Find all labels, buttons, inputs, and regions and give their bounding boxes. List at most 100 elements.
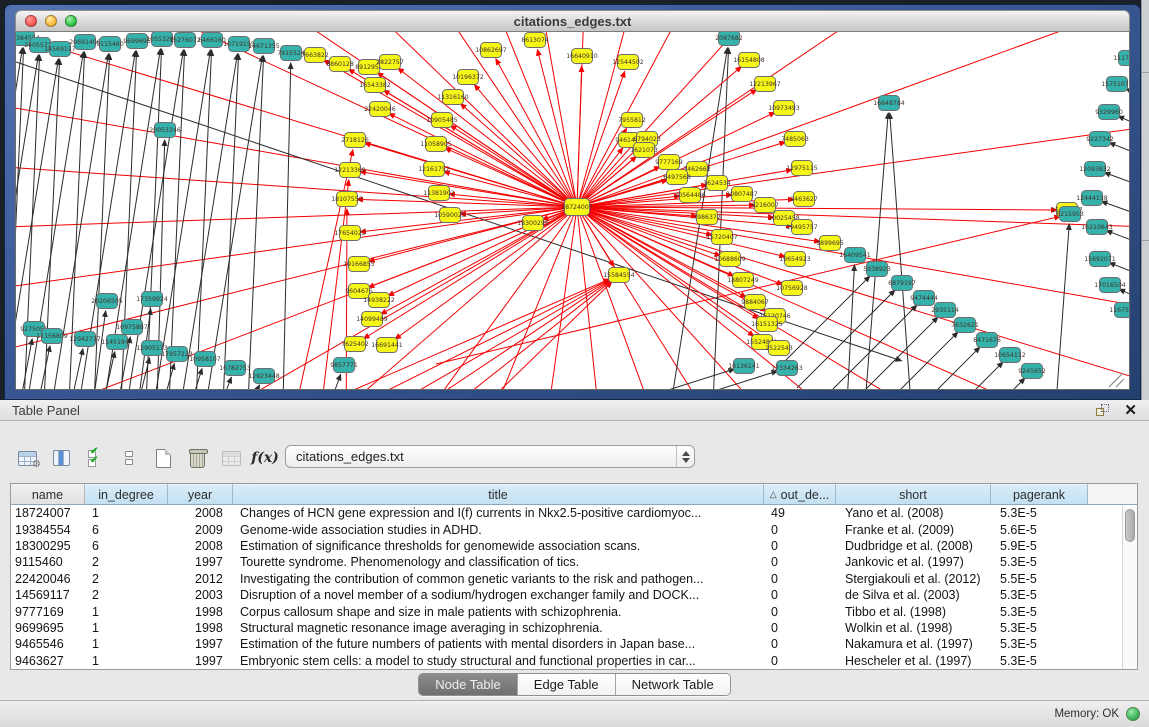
- column-header-in_degree[interactable]: in_degree: [85, 484, 168, 504]
- table-cell[interactable]: Genome-wide association studies in ADHD.: [233, 523, 764, 537]
- table-cell[interactable]: 14569117: [11, 588, 85, 602]
- table-cell[interactable]: 2: [85, 588, 168, 602]
- network-edge[interactable]: [496, 59, 577, 207]
- network-node[interactable]: 8860128: [326, 57, 354, 72]
- network-node[interactable]: 15692071: [1084, 252, 1116, 267]
- network-edge[interactable]: [577, 207, 1130, 389]
- network-node[interactable]: 7955812: [618, 113, 646, 128]
- network-edge[interactable]: [16, 48, 24, 389]
- network-node[interactable]: 16210643: [1081, 220, 1113, 235]
- table-cell[interactable]: 0: [764, 588, 836, 602]
- network-node[interactable]: 19654923: [779, 252, 811, 267]
- network-node[interactable]: 16154808: [733, 53, 765, 68]
- table-cell[interactable]: 5.3E-5: [991, 506, 1088, 520]
- table-cell[interactable]: 1998: [168, 605, 233, 619]
- table-row[interactable]: 946554611997Estimation of the future num…: [11, 636, 1137, 652]
- network-node[interactable]: 15720407: [706, 230, 738, 245]
- network-node[interactable]: 17359924: [136, 292, 168, 307]
- table-cell[interactable]: 2: [85, 555, 168, 569]
- table-cell[interactable]: 2003: [168, 588, 233, 602]
- table-row[interactable]: 1830029562008Estimation of significance …: [11, 538, 1137, 554]
- network-node[interactable]: 10196372: [452, 70, 484, 85]
- tab-node-table[interactable]: Node Table: [419, 674, 518, 695]
- network-edge[interactable]: [649, 369, 734, 389]
- network-node[interactable]: 9899695: [816, 236, 844, 251]
- network-node[interactable]: 8613074: [521, 33, 549, 48]
- network-edge[interactable]: [16, 207, 577, 259]
- table-cell[interactable]: 0: [764, 539, 836, 553]
- network-node[interactable]: 6497568: [663, 170, 691, 185]
- tab-edge-table[interactable]: Edge Table: [518, 674, 616, 695]
- table-cell[interactable]: 1: [85, 605, 168, 619]
- table-row[interactable]: 1456911722003Disruption of a novel membe…: [11, 587, 1137, 603]
- network-node[interactable]: 8215953: [1056, 207, 1084, 222]
- network-node[interactable]: 16409541: [839, 248, 871, 263]
- table-cell[interactable]: Dudbridge et al. (2008): [836, 539, 991, 553]
- network-node[interactable]: 20053346: [149, 123, 181, 138]
- table-cell[interactable]: 6: [85, 539, 168, 553]
- network-edge[interactable]: [16, 102, 577, 207]
- table-cell[interactable]: 1: [85, 654, 168, 668]
- close-panel-icon[interactable]: ✕: [1124, 403, 1137, 418]
- network-node[interactable]: 8471676: [973, 333, 1001, 348]
- table-cell[interactable]: 1997: [168, 654, 233, 668]
- network-node[interactable]: 2087682: [715, 32, 743, 46]
- table-cell[interactable]: 1: [85, 621, 168, 635]
- table-cell[interactable]: 5.3E-5: [991, 637, 1088, 651]
- network-node[interactable]: 6216007: [751, 198, 779, 213]
- network-edge[interactable]: [882, 347, 980, 389]
- network-edge[interactable]: [283, 63, 291, 389]
- column-header-short[interactable]: short: [836, 484, 991, 504]
- table-scrollbar[interactable]: [1122, 506, 1137, 669]
- select-rows-icon[interactable]: ✔✔: [78, 445, 112, 471]
- network-node[interactable]: 10905485: [426, 113, 458, 128]
- table-cell[interactable]: 5.5E-5: [991, 572, 1088, 586]
- network-node[interactable]: 2718126: [341, 133, 369, 148]
- network-edge[interactable]: [927, 378, 1025, 389]
- network-edge[interactable]: [577, 66, 582, 207]
- table-cell[interactable]: 18724007: [11, 506, 85, 520]
- network-edge[interactable]: [221, 377, 231, 389]
- column-header-title[interactable]: title: [233, 484, 764, 504]
- table-cell[interactable]: 5.3E-5: [991, 605, 1088, 619]
- network-node[interactable]: 12161752: [418, 162, 450, 177]
- network-node[interactable]: 9115460: [96, 37, 124, 52]
- table-row[interactable]: 1872400712008Changes of HCN gene express…: [11, 505, 1137, 521]
- table-cell[interactable]: 5.3E-5: [991, 555, 1088, 569]
- network-node[interactable]: 9329960: [1095, 105, 1123, 120]
- network-edge[interactable]: [71, 349, 83, 389]
- table-row[interactable]: 946362711997Embryonic stem cells: a mode…: [11, 653, 1137, 669]
- network-node[interactable]: 11173456: [1113, 51, 1130, 66]
- table-cell[interactable]: 0: [764, 621, 836, 635]
- table-row[interactable]: 2242004622012Investigating the contribut…: [11, 571, 1137, 587]
- column-header-year[interactable]: year: [168, 484, 233, 504]
- network-edge[interactable]: [286, 150, 353, 389]
- table-settings-icon[interactable]: ⚙: [10, 445, 44, 471]
- table-cell[interactable]: 0: [764, 637, 836, 651]
- network-edge[interactable]: [1056, 224, 1069, 389]
- network-node[interactable]: 7986372: [693, 210, 721, 225]
- table-cell[interactable]: 2008: [168, 539, 233, 553]
- network-edge[interactable]: [377, 73, 577, 207]
- table-cell[interactable]: 5.3E-5: [991, 588, 1088, 602]
- memory-ok-icon[interactable]: [1126, 707, 1140, 721]
- network-window-titlebar[interactable]: citations_edges.txt: [15, 10, 1130, 32]
- network-edge[interactable]: [398, 68, 577, 207]
- table-cell[interactable]: Tibbo et al. (1998): [836, 605, 991, 619]
- table-cell[interactable]: Estimation of the future numbers of pati…: [233, 637, 764, 651]
- network-edge[interactable]: [797, 290, 895, 388]
- table-cell[interactable]: 9777169: [11, 605, 85, 619]
- network-edge[interactable]: [577, 207, 1130, 389]
- network-edge[interactable]: [1126, 89, 1130, 114]
- network-edge[interactable]: [692, 371, 777, 389]
- network-edge[interactable]: [250, 385, 260, 389]
- network-edge[interactable]: [577, 207, 1130, 389]
- table-cell[interactable]: Nakamura et al. (1997): [836, 637, 991, 651]
- network-node[interactable]: 15751074: [1101, 77, 1130, 92]
- network-node[interactable]: 7485063: [781, 132, 809, 147]
- network-node[interactable]: 10975887: [116, 320, 148, 335]
- scrollbar-thumb[interactable]: [1125, 509, 1135, 542]
- table-cell[interactable]: Wolkin et al. (1998): [836, 621, 991, 635]
- table-cell[interactable]: 6: [85, 523, 168, 537]
- table-row[interactable]: 911546021997Tourette syndrome. Phenomeno…: [11, 554, 1137, 570]
